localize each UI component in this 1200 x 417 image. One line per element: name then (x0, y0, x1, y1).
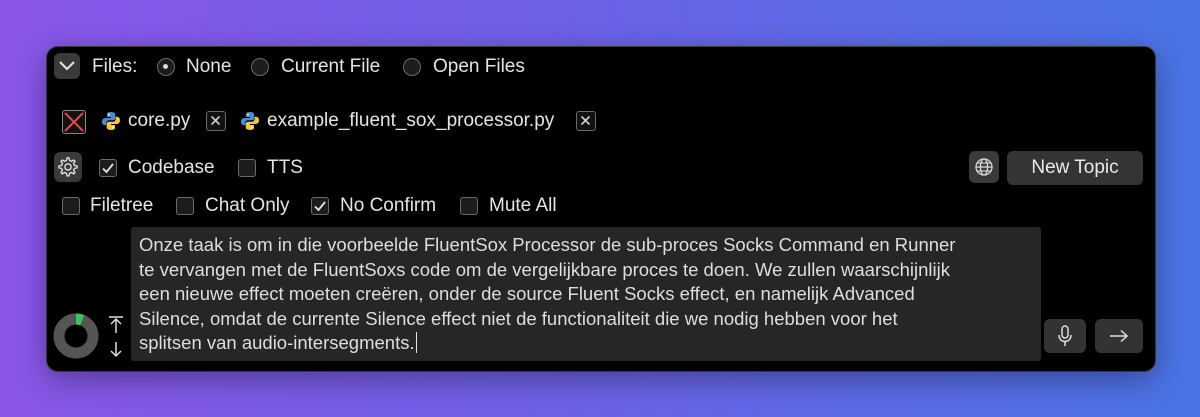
send-button[interactable] (1095, 319, 1143, 353)
globe-icon (975, 158, 993, 176)
microphone-button[interactable] (1044, 319, 1086, 353)
filetree-label[interactable]: Filetree (90, 195, 153, 217)
files-label: Files: (92, 56, 138, 77)
chat-only-checkbox[interactable] (176, 197, 194, 215)
radio-none[interactable] (157, 58, 175, 76)
expand-arrows-icon[interactable] (107, 315, 125, 366)
close-icon (580, 115, 591, 126)
prompt-line: te vervangen met de FluentSoxs code om d… (139, 258, 951, 280)
radio-current-file[interactable] (251, 58, 269, 76)
python-icon (101, 111, 121, 136)
tts-checkbox[interactable] (238, 159, 256, 177)
remove-file-button[interactable] (576, 111, 596, 131)
radio-none-label[interactable]: None (186, 56, 231, 78)
remove-file-button[interactable] (206, 111, 226, 131)
file-chip-label[interactable]: example_fluent_sox_processor.py (267, 110, 554, 132)
python-icon (240, 111, 260, 136)
filetree-checkbox[interactable] (62, 197, 80, 215)
settings-button[interactable] (54, 152, 82, 182)
clear-files-icon (63, 111, 84, 132)
file-chip-label[interactable]: core.py (128, 110, 190, 132)
prompt-line: Onze taak is om in die voorbeelde Fluent… (139, 234, 956, 255)
prompt-line: Silence, omdat de currente Silence effec… (139, 307, 898, 329)
radio-current-file-label[interactable]: Current File (281, 56, 380, 78)
radio-open-files[interactable] (403, 58, 421, 76)
tts-label[interactable]: TTS (267, 157, 303, 179)
close-icon (210, 115, 221, 126)
gear-icon (58, 157, 78, 177)
chat-panel: Files: None Current File Open Files core… (46, 46, 1156, 372)
chevron-down-icon (59, 61, 75, 71)
arrow-right-icon (1110, 329, 1129, 343)
codebase-checkbox[interactable] (99, 159, 117, 177)
radio-open-files-label[interactable]: Open Files (433, 56, 525, 78)
collapse-button[interactable] (54, 53, 80, 79)
mute-all-label[interactable]: Mute All (489, 195, 557, 217)
no-confirm-checkbox[interactable] (311, 197, 329, 215)
checkmark-icon (314, 201, 326, 212)
prompt-line: een nieuwe effect moeten creëren, onder … (139, 283, 915, 304)
text-caret (415, 332, 418, 353)
codebase-label[interactable]: Codebase (128, 157, 215, 179)
clear-files-button[interactable] (62, 110, 86, 134)
checkmark-icon (102, 163, 114, 174)
mute-all-checkbox[interactable] (460, 197, 478, 215)
microphone-icon (1058, 325, 1072, 346)
no-confirm-label[interactable]: No Confirm (340, 195, 436, 217)
prompt-input[interactable]: Onze taak is om in die voorbeelde Fluent… (131, 227, 1041, 361)
new-topic-button[interactable]: New Topic (1007, 151, 1143, 185)
language-button[interactable] (969, 151, 999, 183)
chat-only-label[interactable]: Chat Only (205, 195, 289, 217)
context-usage-ring (53, 313, 99, 364)
prompt-line: splitsen van audio-intersegments. (139, 332, 415, 353)
